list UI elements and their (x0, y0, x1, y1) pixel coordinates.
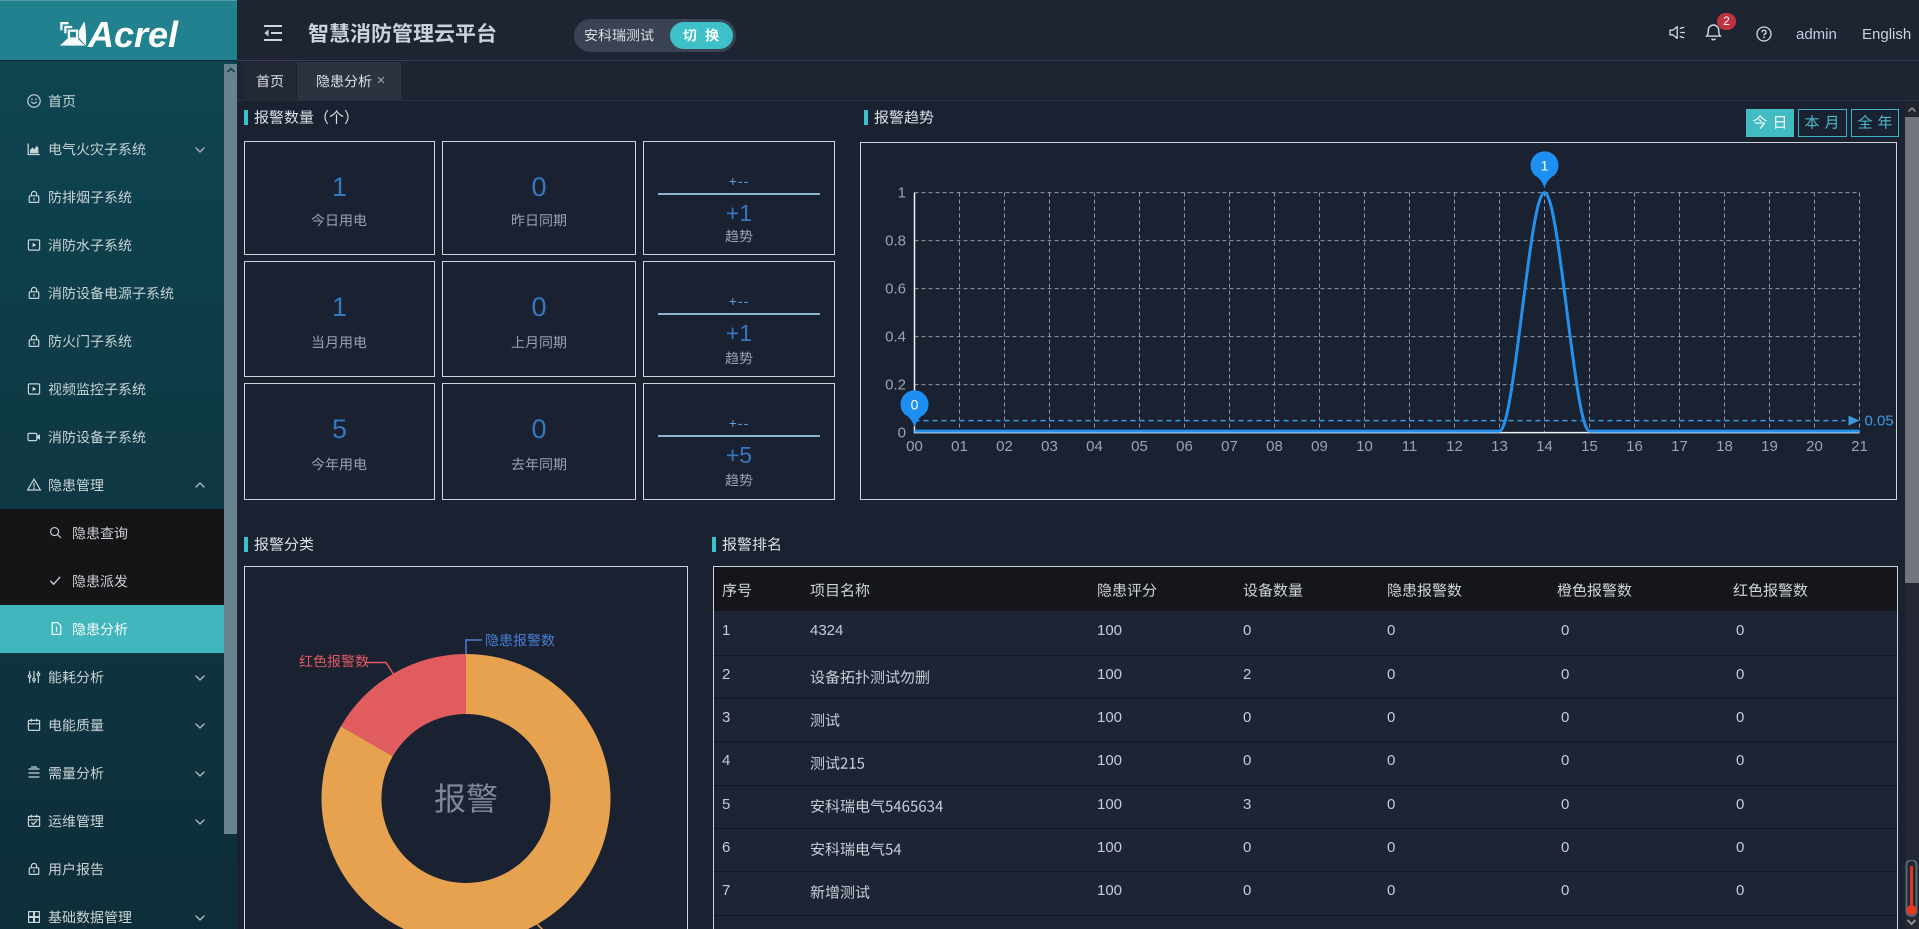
svg-text:07: 07 (1221, 438, 1238, 455)
svg-text:08: 08 (1266, 438, 1283, 455)
svg-text:13: 13 (1491, 438, 1508, 455)
svg-text:0: 0 (911, 397, 919, 413)
svg-text:15: 15 (1581, 438, 1598, 455)
svg-text:1: 1 (898, 185, 906, 202)
svg-text:18: 18 (1716, 438, 1733, 455)
svg-text:05: 05 (1131, 438, 1148, 455)
svg-text:10: 10 (1356, 438, 1373, 455)
svg-text:0.05: 0.05 (1865, 413, 1894, 430)
svg-text:09: 09 (1311, 438, 1328, 455)
svg-text:0.6: 0.6 (885, 281, 906, 298)
svg-text:01: 01 (951, 438, 968, 455)
svg-text:0.8: 0.8 (885, 233, 906, 250)
svg-text:02: 02 (996, 438, 1013, 455)
svg-text:17: 17 (1671, 438, 1688, 455)
svg-text:00: 00 (906, 438, 923, 455)
svg-text:14: 14 (1536, 438, 1553, 455)
svg-text:03: 03 (1041, 438, 1058, 455)
svg-text:12: 12 (1446, 438, 1463, 455)
svg-text:16: 16 (1626, 438, 1643, 455)
svg-text:0: 0 (898, 425, 906, 442)
svg-text:20: 20 (1806, 438, 1823, 455)
svg-text:21: 21 (1851, 438, 1868, 455)
svg-text:0.2: 0.2 (885, 377, 906, 394)
svg-text:06: 06 (1176, 438, 1193, 455)
svg-text:1: 1 (1541, 158, 1549, 174)
svg-text:11: 11 (1402, 438, 1418, 455)
svg-text:0.4: 0.4 (885, 329, 906, 346)
svg-text:04: 04 (1086, 438, 1103, 455)
svg-text:19: 19 (1761, 438, 1778, 455)
